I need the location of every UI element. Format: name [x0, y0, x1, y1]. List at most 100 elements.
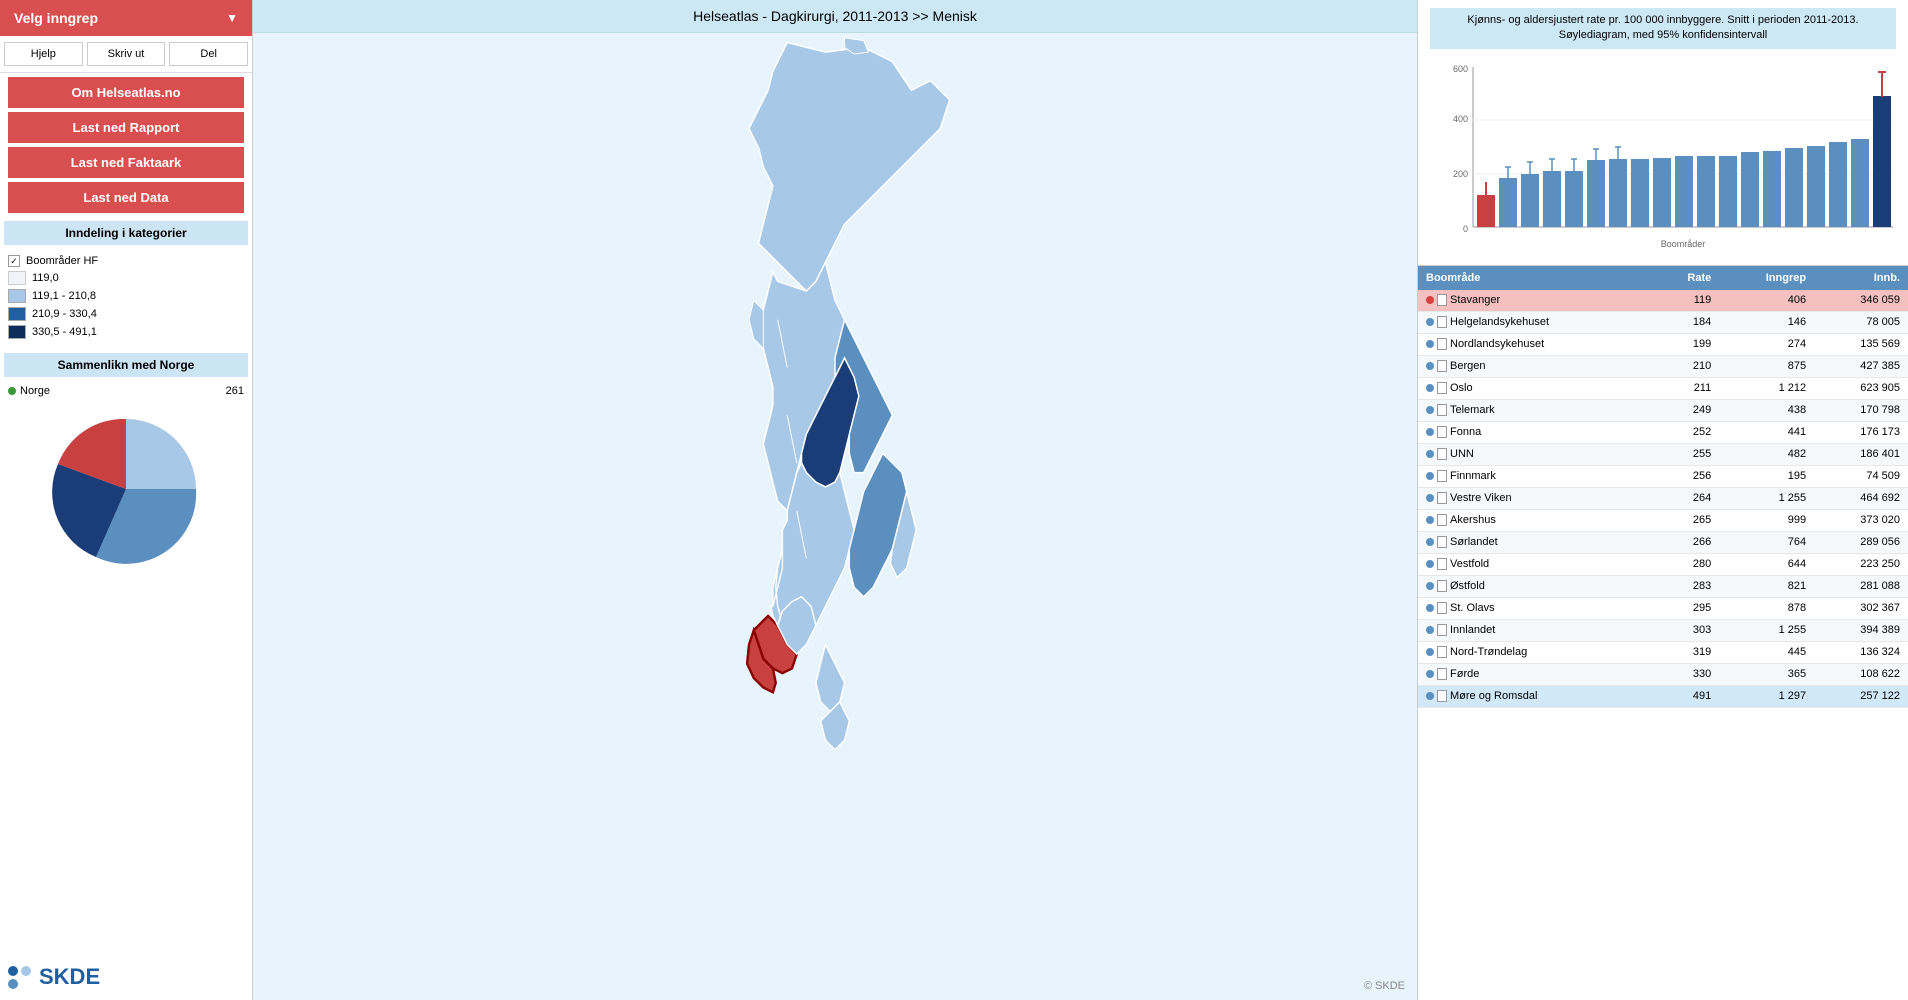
- cell-inngrep: 365: [1719, 663, 1814, 685]
- cell-innb: 302 367: [1814, 597, 1908, 619]
- bar-helgeland: [1499, 178, 1517, 227]
- cell-rate: 295: [1652, 597, 1719, 619]
- table-row[interactable]: Nordlandsykehuset 199 274 135 569: [1418, 333, 1908, 355]
- cell-rate: 264: [1652, 487, 1719, 509]
- row-dot-icon: [1426, 472, 1434, 480]
- x-axis-label: Boområder: [1661, 239, 1706, 249]
- cell-innb: 427 385: [1814, 355, 1908, 377]
- row-dot-icon: [1426, 296, 1434, 304]
- table-row[interactable]: Nord-Trøndelag 319 445 136 324: [1418, 641, 1908, 663]
- legend-label-0: 119,0: [32, 272, 59, 284]
- table-row[interactable]: Møre og Romsdal 491 1 297 257 122: [1418, 685, 1908, 707]
- cell-innb: 170 798: [1814, 399, 1908, 421]
- skriv-ut-button[interactable]: Skriv ut: [87, 42, 166, 66]
- bar-unn: [1631, 159, 1649, 227]
- row-doc-icon: [1437, 316, 1447, 328]
- chart-title-line2: Søylediagram, med 95% konfidensintervall: [1559, 29, 1768, 41]
- y-label-0: 0: [1463, 224, 1468, 234]
- cell-inngrep: 1 297: [1719, 685, 1814, 707]
- skde-dot-light: [21, 966, 31, 976]
- pie-chart: [46, 409, 206, 569]
- table-row[interactable]: Innlandet 303 1 255 394 389: [1418, 619, 1908, 641]
- cell-rate: 266: [1652, 531, 1719, 553]
- cell-rate: 184: [1652, 311, 1719, 333]
- bar-telemark: [1587, 160, 1605, 227]
- top-toolbar: Hjelp Skriv ut Del: [0, 36, 252, 73]
- table-row[interactable]: Akershus 265 999 373 020: [1418, 509, 1908, 531]
- last-ned-faktaark-button[interactable]: Last ned Faktaark: [8, 147, 244, 178]
- table-row[interactable]: Finnmark 256 195 74 509: [1418, 465, 1908, 487]
- bar-vestre-viken: [1675, 156, 1693, 227]
- chart-title-line1: Kjønns- og aldersjustert rate pr. 100 00…: [1467, 14, 1858, 26]
- chart-title: Kjønns- og aldersjustert rate pr. 100 00…: [1430, 8, 1896, 49]
- last-ned-rapport-button[interactable]: Last ned Rapport: [8, 112, 244, 143]
- bar-innlandet: [1807, 146, 1825, 227]
- table-row[interactable]: UNN 255 482 186 401: [1418, 443, 1908, 465]
- cell-rate: 280: [1652, 553, 1719, 575]
- om-helseatlas-button[interactable]: Om Helseatlas.no: [8, 77, 244, 108]
- bar-bergen: [1543, 171, 1561, 227]
- row-doc-icon: [1437, 646, 1447, 658]
- cell-boområde: Møre og Romsdal: [1418, 685, 1652, 707]
- map-copyright-text: © SKDE: [1364, 980, 1405, 992]
- cell-rate: 303: [1652, 619, 1719, 641]
- table-row[interactable]: Vestfold 280 644 223 250: [1418, 553, 1908, 575]
- legend-item-3: 330,5 - 491,1: [8, 323, 244, 341]
- cell-boområde: Førde: [1418, 663, 1652, 685]
- map-content[interactable]: © SKDE: [253, 33, 1417, 1000]
- skde-dot-row-1: [8, 966, 31, 976]
- cell-rate: 252: [1652, 421, 1719, 443]
- col-rate[interactable]: Rate: [1652, 266, 1719, 290]
- cell-inngrep: 438: [1719, 399, 1814, 421]
- bar-ostfold: [1763, 151, 1781, 227]
- table-row[interactable]: Telemark 249 438 170 798: [1418, 399, 1908, 421]
- table-row[interactable]: Fonna 252 441 176 173: [1418, 421, 1908, 443]
- table-row[interactable]: Sørlandet 266 764 289 056: [1418, 531, 1908, 553]
- row-doc-icon: [1437, 492, 1447, 504]
- hjelp-button[interactable]: Hjelp: [4, 42, 83, 66]
- row-dot-icon: [1426, 318, 1434, 326]
- skde-footer: SKDE: [0, 954, 252, 1000]
- table-row[interactable]: Vestre Viken 264 1 255 464 692: [1418, 487, 1908, 509]
- table-row[interactable]: Førde 330 365 108 622: [1418, 663, 1908, 685]
- legend-label-2: 210,9 - 330,4: [32, 308, 97, 320]
- row-doc-icon: [1437, 404, 1447, 416]
- last-ned-data-button[interactable]: Last ned Data: [8, 182, 244, 213]
- del-button[interactable]: Del: [169, 42, 248, 66]
- row-doc-icon: [1437, 448, 1447, 460]
- bar-oslo: [1565, 171, 1583, 227]
- cell-inngrep: 482: [1719, 443, 1814, 465]
- cell-boområde: Finnmark: [1418, 465, 1652, 487]
- cell-inngrep: 821: [1719, 575, 1814, 597]
- cell-innb: 289 056: [1814, 531, 1908, 553]
- cell-inngrep: 999: [1719, 509, 1814, 531]
- table-row[interactable]: Helgelandsykehuset 184 146 78 005: [1418, 311, 1908, 333]
- cell-rate: 255: [1652, 443, 1719, 465]
- pie-chart-svg: [46, 409, 206, 569]
- cell-boområde: UNN: [1418, 443, 1652, 465]
- cell-innb: 281 088: [1814, 575, 1908, 597]
- cell-innb: 394 389: [1814, 619, 1908, 641]
- cell-boområde: Stavanger: [1418, 290, 1652, 312]
- cell-inngrep: 274: [1719, 333, 1814, 355]
- legend-label-1: 119,1 - 210,8: [32, 290, 96, 302]
- col-innb: Innb.: [1814, 266, 1908, 290]
- table-row[interactable]: Oslo 211 1 212 623 905: [1418, 377, 1908, 399]
- bar-forde: [1851, 139, 1869, 227]
- cell-inngrep: 878: [1719, 597, 1814, 619]
- table-row[interactable]: Østfold 283 821 281 088: [1418, 575, 1908, 597]
- table-row[interactable]: Stavanger 119 406 346 059: [1418, 290, 1908, 312]
- velg-inngrep-button[interactable]: Velg inngrep ▼: [0, 0, 252, 36]
- cell-boområde: Nordlandsykehuset: [1418, 333, 1652, 355]
- cell-inngrep: 1 255: [1719, 619, 1814, 641]
- cell-rate: 319: [1652, 641, 1719, 663]
- table-row[interactable]: Bergen 210 875 427 385: [1418, 355, 1908, 377]
- row-dot-icon: [1426, 516, 1434, 524]
- row-dot-icon: [1426, 406, 1434, 414]
- cell-boområde: St. Olavs: [1418, 597, 1652, 619]
- table-row[interactable]: St. Olavs 295 878 302 367: [1418, 597, 1908, 619]
- row-dot-icon: [1426, 648, 1434, 656]
- cell-boområde: Vestfold: [1418, 553, 1652, 575]
- legend-checkbox[interactable]: ✓: [8, 255, 20, 267]
- map-area: Helseatlas - Dagkirurgi, 2011-2013 >> Me…: [253, 0, 1418, 1000]
